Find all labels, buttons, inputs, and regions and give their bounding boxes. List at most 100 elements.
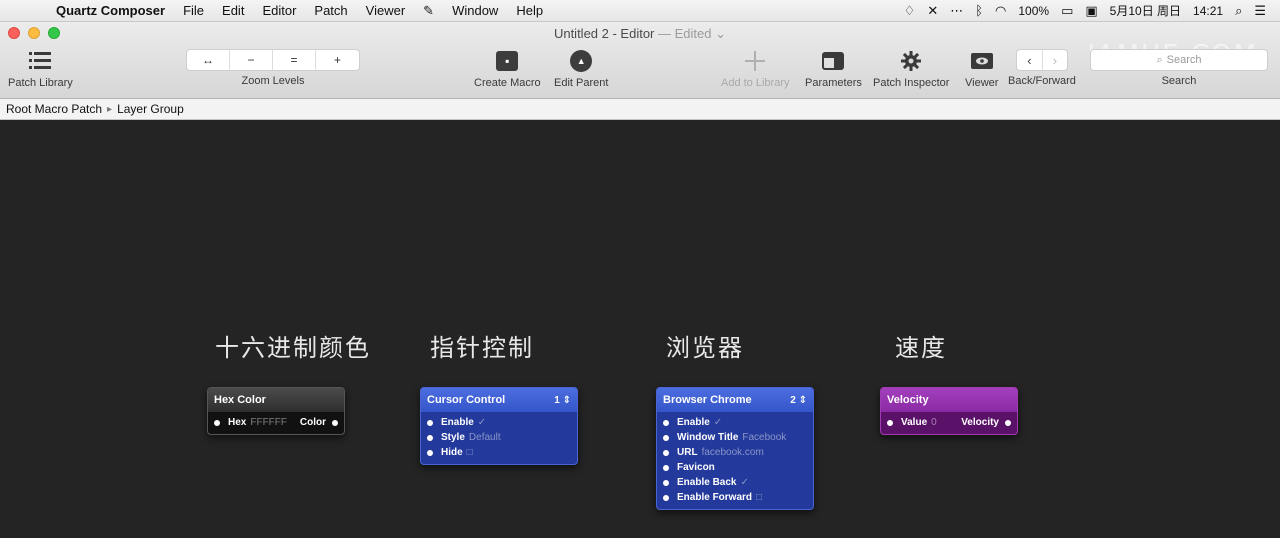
- patch-velocity[interactable]: Velocity Value 0 Velocity: [880, 387, 1018, 435]
- patch-browser-chrome[interactable]: Browser Chrome 2 ⇕ Enable ✓ Window Title…: [656, 387, 814, 510]
- input-port-dot[interactable]: [663, 494, 669, 501]
- port-row: Favicon: [657, 460, 813, 475]
- port-value[interactable]: ✓: [714, 417, 722, 428]
- port-name: Favicon: [677, 462, 715, 473]
- input-port-dot[interactable]: [663, 479, 669, 486]
- battery-percent[interactable]: 100%: [1018, 4, 1049, 18]
- forward-chevron-icon[interactable]: ›: [1041, 50, 1067, 70]
- notification-center-icon[interactable]: ☰: [1254, 3, 1266, 19]
- add-to-library-label: Add to Library: [721, 77, 790, 89]
- menu-patch[interactable]: Patch: [305, 3, 356, 18]
- patch-hex-color[interactable]: Hex Color Hex FFFFFF Color: [207, 387, 345, 435]
- battery-icon[interactable]: ▭: [1061, 3, 1073, 19]
- create-macro-icon: ▪: [496, 51, 519, 71]
- port-row: Value 0 Velocity: [881, 415, 1017, 430]
- input-icon[interactable]: ⋯: [950, 3, 963, 19]
- edit-parent-icon: ▲: [570, 50, 593, 72]
- patch-count-stepper[interactable]: 1 ⇕: [554, 395, 571, 406]
- port-value[interactable]: ✓: [478, 417, 486, 428]
- input-port-dot[interactable]: [427, 449, 433, 456]
- add-to-library-button[interactable]: Add to Library: [721, 49, 789, 89]
- input-port-dot[interactable]: [214, 419, 220, 426]
- input-port-dot[interactable]: [427, 419, 433, 426]
- breadcrumb-layer-group[interactable]: Layer Group: [117, 102, 184, 116]
- parameters-label: Parameters: [805, 77, 862, 89]
- zoom-out-button[interactable]: −: [230, 50, 273, 70]
- menubar-time[interactable]: 14:21: [1193, 4, 1223, 18]
- port-row: Enable Forward □: [657, 490, 813, 505]
- port-value[interactable]: FFFFFF: [250, 417, 287, 428]
- port-value[interactable]: Default: [469, 432, 501, 443]
- edit-parent-button[interactable]: ▲ Edit Parent: [554, 49, 608, 89]
- create-macro-button[interactable]: ▪ Create Macro: [474, 49, 541, 89]
- zoom-fit-button[interactable]: ↔: [187, 50, 230, 70]
- menu-help[interactable]: Help: [507, 3, 552, 18]
- port-value[interactable]: □: [467, 447, 473, 458]
- breadcrumb-root-macro-patch[interactable]: Root Macro Patch: [6, 102, 102, 116]
- menu-edit[interactable]: Edit: [213, 3, 253, 18]
- port-name: Style: [441, 432, 465, 443]
- patch-title: Browser Chrome: [663, 394, 752, 406]
- patch-header[interactable]: Cursor Control 1 ⇕: [421, 388, 577, 412]
- patch-cursor-control[interactable]: Cursor Control 1 ⇕ Enable ✓ Style Defaul…: [420, 387, 578, 465]
- label-velocity-cn: 速度: [895, 335, 947, 362]
- input-method-icon[interactable]: ▣: [1085, 3, 1097, 19]
- output-port-dot[interactable]: [332, 419, 338, 426]
- menu-app-quartz-composer[interactable]: Quartz Composer: [50, 3, 174, 18]
- parameters-button[interactable]: Parameters: [805, 49, 862, 89]
- patch-header[interactable]: Hex Color: [208, 388, 344, 412]
- port-name: Enable Back: [677, 477, 737, 488]
- port-row: Hex FFFFFF Color: [208, 415, 344, 430]
- dropbox-icon[interactable]: ♢: [904, 3, 916, 19]
- port-name: Hide: [441, 447, 463, 458]
- port-name: Enable Forward: [677, 492, 753, 503]
- port-value[interactable]: 0: [931, 417, 937, 428]
- patch-inspector-label: Patch Inspector: [873, 77, 950, 89]
- patch-title: Velocity: [887, 394, 929, 406]
- input-port-dot[interactable]: [663, 449, 669, 456]
- wifi-icon[interactable]: ◠: [995, 3, 1006, 19]
- menu-viewer[interactable]: Viewer: [357, 3, 415, 18]
- zoom-levels-control: ↔ − = + Zoom Levels: [186, 49, 360, 87]
- tools-icon[interactable]: ✕: [927, 3, 938, 19]
- breadcrumb-separator-icon: ▸: [107, 103, 113, 115]
- output-port-dot[interactable]: [1005, 419, 1011, 426]
- scripts-icon[interactable]: ✎: [414, 3, 443, 19]
- status-area: ♢ ✕ ⋯ ᛒ ◠ 100% ▭ ▣ 5月10日 周日 14:21 ⌕ ☰: [904, 2, 1280, 19]
- zoom-in-button[interactable]: +: [316, 50, 359, 70]
- port-value[interactable]: □: [756, 492, 762, 503]
- input-port-dot[interactable]: [663, 434, 669, 441]
- port-value[interactable]: Facebook: [742, 432, 786, 443]
- bluetooth-icon[interactable]: ᛒ: [975, 3, 983, 18]
- search-input[interactable]: ⌕ Search: [1090, 49, 1268, 71]
- input-port-dot[interactable]: [663, 419, 669, 426]
- viewer-button[interactable]: Viewer: [965, 49, 998, 89]
- edited-label[interactable]: Edited: [675, 26, 712, 41]
- patch-header[interactable]: Velocity: [881, 388, 1017, 412]
- back-chevron-icon[interactable]: ‹: [1017, 50, 1042, 70]
- patch-count-stepper[interactable]: 2 ⇕: [790, 395, 807, 406]
- label-browser-cn: 浏览器: [666, 335, 744, 362]
- editor-canvas[interactable]: 十六进制颜色 指针控制 浏览器 速度 Hex Color Hex FFFFFF …: [0, 121, 1280, 538]
- input-port-dot[interactable]: [663, 464, 669, 471]
- patch-header[interactable]: Browser Chrome 2 ⇕: [657, 388, 813, 412]
- patch-library-button[interactable]: Patch Library: [8, 49, 73, 89]
- port-name: Window Title: [677, 432, 739, 443]
- parameters-icon: [822, 49, 845, 73]
- label-hex-color-cn: 十六进制颜色: [215, 335, 371, 362]
- port-value[interactable]: ✓: [740, 477, 748, 488]
- zoom-actual-button[interactable]: =: [273, 50, 316, 70]
- spotlight-search-icon[interactable]: ⌕: [1235, 3, 1242, 19]
- input-port-dot[interactable]: [887, 419, 893, 426]
- port-value[interactable]: facebook.com: [702, 447, 764, 458]
- patch-title: Hex Color: [214, 394, 266, 406]
- menubar-date[interactable]: 5月10日 周日: [1110, 2, 1181, 19]
- search-control: ⌕ Search Search: [1090, 49, 1268, 87]
- menu-window[interactable]: Window: [443, 3, 507, 18]
- input-port-dot[interactable]: [427, 434, 433, 441]
- menu-editor[interactable]: Editor: [253, 3, 305, 18]
- edit-parent-label: Edit Parent: [554, 77, 609, 89]
- menu-file[interactable]: File: [174, 3, 213, 18]
- back-forward-label: Back/Forward: [1008, 75, 1076, 87]
- patch-inspector-button[interactable]: Patch Inspector: [873, 49, 949, 89]
